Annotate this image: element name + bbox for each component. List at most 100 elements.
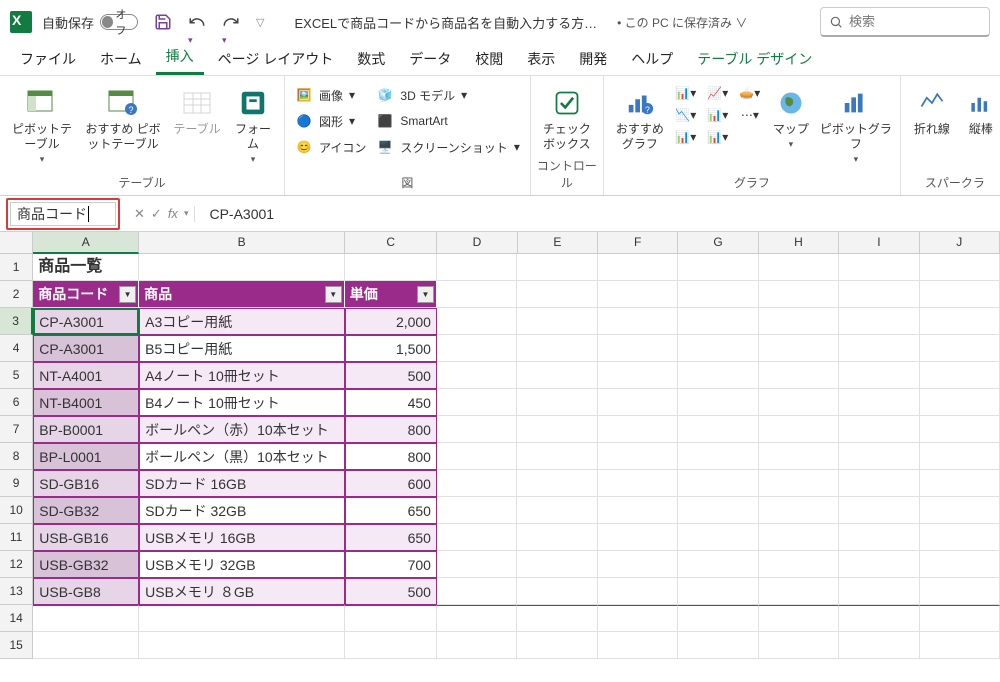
shapes-button[interactable]: 🔵図形 ▾ bbox=[291, 110, 370, 132]
row-header[interactable]: 13 bbox=[0, 578, 33, 605]
cell[interactable] bbox=[598, 497, 678, 524]
row-header[interactable]: 2 bbox=[0, 281, 33, 308]
cell[interactable] bbox=[598, 605, 678, 632]
cell[interactable] bbox=[598, 281, 678, 308]
cell[interactable] bbox=[437, 308, 517, 335]
table-cell-price[interactable]: 500 bbox=[345, 362, 437, 389]
cell[interactable] bbox=[345, 605, 437, 632]
tab-view[interactable]: 表示 bbox=[517, 43, 565, 75]
table-header-price[interactable]: 単価▼ bbox=[345, 281, 437, 308]
fx-icon[interactable]: fx bbox=[168, 206, 178, 221]
cell[interactable] bbox=[517, 470, 597, 497]
col-header-J[interactable]: J bbox=[920, 232, 1000, 254]
sparkline-column-button[interactable]: 縦棒 bbox=[959, 80, 1000, 137]
col-header-B[interactable]: B bbox=[139, 232, 345, 254]
tab-file[interactable]: ファイル bbox=[10, 43, 86, 75]
tab-review[interactable]: 校閲 bbox=[465, 43, 513, 75]
cell[interactable] bbox=[678, 551, 758, 578]
cell[interactable] bbox=[920, 551, 1000, 578]
table-cell-price[interactable]: 500 bbox=[345, 578, 437, 605]
cell[interactable] bbox=[678, 578, 758, 605]
cell[interactable] bbox=[759, 308, 839, 335]
cell[interactable] bbox=[759, 389, 839, 416]
col-header-F[interactable]: F bbox=[598, 232, 678, 254]
tab-home[interactable]: ホーム bbox=[90, 43, 152, 75]
cell[interactable] bbox=[920, 497, 1000, 524]
cell[interactable] bbox=[759, 362, 839, 389]
cell[interactable] bbox=[839, 389, 919, 416]
tab-help[interactable]: ヘルプ bbox=[621, 43, 683, 75]
cell[interactable] bbox=[920, 632, 1000, 659]
table-cell-code[interactable]: SD-GB16 bbox=[33, 470, 139, 497]
cell[interactable] bbox=[920, 254, 1000, 281]
col-header-E[interactable]: E bbox=[518, 232, 598, 254]
cell[interactable] bbox=[920, 470, 1000, 497]
table-cell-name[interactable]: ボールペン（黒）10本セット bbox=[139, 443, 345, 470]
cell[interactable] bbox=[759, 335, 839, 362]
cell[interactable] bbox=[678, 335, 758, 362]
table-cell-code[interactable]: CP-A3001 bbox=[33, 308, 139, 335]
cell[interactable] bbox=[678, 281, 758, 308]
cell[interactable] bbox=[678, 470, 758, 497]
cell[interactable] bbox=[678, 443, 758, 470]
cell[interactable] bbox=[678, 389, 758, 416]
pivotchart-button[interactable]: ピボットグラフ▾ bbox=[818, 80, 894, 165]
cell[interactable] bbox=[839, 254, 919, 281]
cell[interactable] bbox=[678, 605, 758, 632]
cell[interactable] bbox=[437, 551, 517, 578]
cell[interactable] bbox=[598, 308, 678, 335]
cell[interactable] bbox=[598, 578, 678, 605]
row-header[interactable]: 12 bbox=[0, 551, 33, 578]
map-button[interactable]: マップ▾ bbox=[766, 80, 816, 150]
cell[interactable] bbox=[437, 416, 517, 443]
table-cell-price[interactable]: 600 bbox=[345, 470, 437, 497]
cell[interactable] bbox=[678, 524, 758, 551]
tab-pagelayout[interactable]: ページ レイアウト bbox=[208, 43, 344, 75]
col-header-G[interactable]: G bbox=[678, 232, 758, 254]
table-cell-code[interactable]: BP-B0001 bbox=[33, 416, 139, 443]
cell[interactable] bbox=[517, 632, 597, 659]
table-cell-price[interactable]: 800 bbox=[345, 416, 437, 443]
cell[interactable] bbox=[517, 254, 597, 281]
cell[interactable] bbox=[839, 578, 919, 605]
cell[interactable] bbox=[437, 470, 517, 497]
cell[interactable] bbox=[517, 443, 597, 470]
row-header[interactable]: 7 bbox=[0, 416, 33, 443]
row-header[interactable]: 10 bbox=[0, 497, 33, 524]
recommended-pivot-button[interactable]: ? おすすめ ピボットテーブル bbox=[80, 80, 166, 152]
area-chart-icon[interactable]: 📊▾ bbox=[704, 106, 732, 124]
cell[interactable] bbox=[598, 551, 678, 578]
filter-dropdown-icon[interactable]: ▼ bbox=[119, 286, 136, 303]
cell[interactable] bbox=[920, 335, 1000, 362]
cell[interactable] bbox=[759, 578, 839, 605]
search-box[interactable] bbox=[820, 7, 990, 37]
cell[interactable] bbox=[517, 308, 597, 335]
row-header[interactable]: 5 bbox=[0, 362, 33, 389]
cell[interactable] bbox=[920, 416, 1000, 443]
cell[interactable] bbox=[920, 308, 1000, 335]
row-header[interactable]: 3 bbox=[0, 308, 33, 335]
scatter-chart-icon[interactable]: ⋯▾ bbox=[736, 106, 764, 124]
cell[interactable] bbox=[759, 281, 839, 308]
cell[interactable] bbox=[678, 254, 758, 281]
tab-tabledesign[interactable]: テーブル デザイン bbox=[687, 43, 822, 75]
table-cell-price[interactable]: 450 bbox=[345, 389, 437, 416]
row-header[interactable]: 11 bbox=[0, 524, 33, 551]
stock-chart-icon[interactable]: 📊▾ bbox=[672, 128, 700, 146]
cell[interactable] bbox=[517, 605, 597, 632]
row-header[interactable]: 15 bbox=[0, 632, 33, 659]
cell[interactable] bbox=[839, 497, 919, 524]
table-cell-price[interactable]: 2,000 bbox=[345, 308, 437, 335]
bar-chart-icon[interactable]: 📉▾ bbox=[672, 106, 700, 124]
table-cell-code[interactable]: USB-GB8 bbox=[33, 578, 139, 605]
table-cell-name[interactable]: USBメモリ ８GB bbox=[139, 578, 345, 605]
cell[interactable] bbox=[598, 632, 678, 659]
cell[interactable] bbox=[759, 605, 839, 632]
cell[interactable] bbox=[839, 605, 919, 632]
redo-icon[interactable]: ▾ bbox=[222, 13, 240, 31]
cell[interactable] bbox=[517, 551, 597, 578]
cell[interactable] bbox=[920, 578, 1000, 605]
cell[interactable] bbox=[345, 632, 437, 659]
cell[interactable] bbox=[517, 389, 597, 416]
tab-developer[interactable]: 開発 bbox=[569, 43, 617, 75]
